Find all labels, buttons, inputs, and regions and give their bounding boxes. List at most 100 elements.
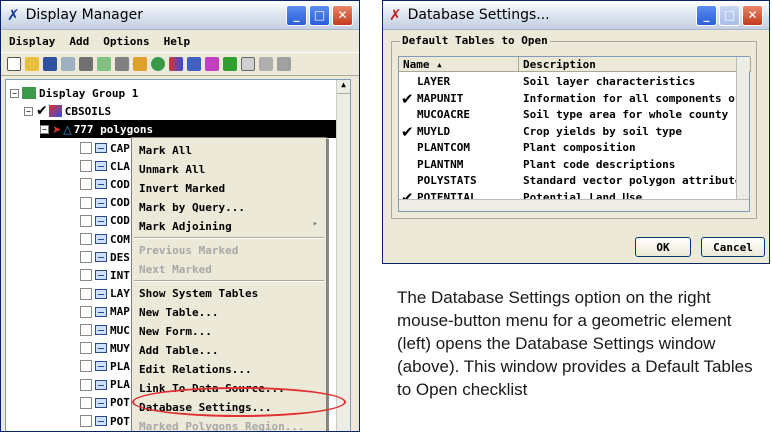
ok-button[interactable]: OK [635, 237, 691, 257]
new-icon[interactable] [7, 57, 21, 71]
menu-item-edit-relations[interactable]: Edit Relations... [132, 360, 326, 379]
close-icon[interactable]: ✕ [742, 4, 763, 26]
checkmark-icon[interactable]: ✔ [36, 103, 48, 119]
save-icon[interactable] [43, 57, 57, 71]
visibility-checkbox[interactable] [80, 396, 92, 409]
tree-row-table[interactable]: CAP [80, 139, 130, 157]
visibility-checkbox[interactable] [80, 287, 92, 300]
region-icon[interactable] [187, 57, 201, 71]
tree-row-layer[interactable]: − ✔ CBSOILS [24, 102, 111, 120]
app-icon: ✗ [7, 6, 20, 24]
tree-row-table[interactable]: COD [80, 175, 130, 193]
menu-item-invert-marked[interactable]: Invert Marked [132, 179, 326, 198]
table-icon [95, 252, 107, 263]
minimize-icon[interactable]: _ [696, 4, 717, 26]
visibility-checkbox[interactable] [80, 142, 92, 154]
grid-icon[interactable] [241, 57, 255, 71]
menu-help[interactable]: Help [164, 35, 191, 48]
close-icon[interactable]: ✕ [332, 4, 353, 26]
tree-row-table[interactable]: MUY [80, 339, 130, 357]
list-icon[interactable] [277, 57, 291, 71]
collapse-icon[interactable]: − [40, 124, 49, 134]
menu-item-mark-all[interactable]: Mark All [132, 141, 326, 160]
tree-row-table[interactable]: PLA [80, 357, 130, 375]
menu-item-new-form[interactable]: New Form... [132, 322, 326, 341]
collapse-icon[interactable]: − [10, 88, 19, 98]
layout-icon[interactable] [61, 57, 75, 71]
table-row[interactable]: ✔ MUYLD Crop yields by soil type [399, 123, 739, 141]
tree-row-table[interactable]: CLA [80, 157, 130, 175]
color-icon[interactable] [169, 57, 183, 71]
table-row[interactable]: LAYER Soil layer characteristics [399, 73, 739, 90]
visibility-checkbox[interactable] [80, 342, 92, 355]
menu-add[interactable]: Add [69, 35, 89, 48]
checkmark-icon[interactable]: ✔ [401, 123, 414, 141]
tree-row-table[interactable]: DES [80, 248, 130, 266]
tree-row-table[interactable]: POT [80, 412, 130, 430]
visibility-checkbox[interactable] [80, 269, 92, 282]
menu-item-show-system-tables[interactable]: Show System Tables [132, 284, 326, 303]
print-icon[interactable] [79, 57, 93, 71]
menu-item-add-table[interactable]: Add Table... [132, 341, 326, 360]
menu-options[interactable]: Options [103, 35, 149, 48]
table-row[interactable]: PLANTCOM Plant composition [399, 139, 739, 156]
column-header-name[interactable]: Name ▴ [399, 57, 519, 72]
checkmark-icon[interactable]: ✔ [401, 90, 414, 108]
visibility-checkbox[interactable] [80, 305, 92, 318]
menu-item-mark-by-query[interactable]: Mark by Query... [132, 198, 326, 217]
visibility-checkbox[interactable] [80, 160, 92, 173]
visibility-checkbox[interactable] [80, 214, 92, 227]
menu-item-mark-adjoining[interactable]: Mark Adjoining [132, 217, 326, 236]
table-label: COD [110, 196, 130, 210]
open-icon[interactable] [25, 57, 39, 71]
tree-row-table[interactable]: POT [80, 394, 130, 412]
column-header-description[interactable]: Description [519, 57, 751, 72]
tree-scrollbar[interactable]: ▲ [336, 80, 350, 431]
maximize-icon[interactable]: □ [309, 4, 330, 26]
terrain-icon[interactable] [223, 57, 237, 71]
pattern-icon[interactable] [205, 57, 219, 71]
row-name: POLYSTATS [417, 174, 477, 187]
table-row[interactable]: MUCOACRE Soil type area for whole county [399, 106, 739, 123]
table-icon [95, 343, 107, 354]
tree-row-table[interactable]: LAY [80, 285, 130, 303]
tree-row-group[interactable]: − Display Group 1 [10, 84, 138, 102]
cancel-button[interactable]: Cancel [701, 237, 765, 257]
visibility-checkbox[interactable] [80, 178, 92, 191]
tree-row-table[interactable]: COD [80, 212, 130, 230]
menu-display[interactable]: Display [9, 35, 55, 48]
polygon-icon: △ [63, 122, 72, 136]
visibility-checkbox[interactable] [80, 251, 92, 264]
database-settings-titlebar[interactable]: ✗ Database Settings... _ □ ✕ [383, 1, 769, 30]
table-label: COD [110, 214, 130, 228]
add-layer-icon[interactable] [133, 57, 147, 71]
tree-row-table[interactable]: COM [80, 230, 130, 248]
tree-row-table[interactable]: INT [80, 266, 130, 284]
visibility-checkbox[interactable] [80, 324, 92, 336]
visibility-checkbox[interactable] [80, 196, 92, 209]
minimize-icon[interactable]: _ [286, 4, 307, 26]
table-row[interactable]: ✔ MAPUNIT Information for all components o… [399, 90, 742, 108]
vector-icon[interactable] [115, 57, 129, 71]
scroll-up-icon[interactable]: ▲ [337, 80, 350, 94]
display-manager-titlebar[interactable]: ✗ Display Manager _ □ ✕ [1, 1, 359, 30]
tree-row-table[interactable]: MUC [80, 321, 130, 339]
list-hscroll[interactable] [399, 199, 749, 211]
tree-row-polygons[interactable]: − ➤ △ 777 polygons [40, 120, 340, 138]
raster-icon[interactable] [97, 57, 111, 71]
visibility-checkbox[interactable] [80, 360, 92, 373]
table-row[interactable]: POLYSTATS Standard vector polygon attribu… [399, 172, 742, 189]
globe-icon[interactable] [151, 57, 165, 71]
table-row[interactable]: PLANTNM Plant code descriptions [399, 156, 739, 173]
visibility-checkbox[interactable] [80, 233, 92, 245]
visibility-checkbox[interactable] [80, 415, 92, 427]
tree-row-table[interactable]: COD [80, 194, 130, 212]
tree-row-table[interactable]: PLA [80, 376, 130, 394]
table-icon[interactable] [259, 57, 273, 71]
list-vscroll[interactable] [736, 57, 749, 211]
menu-item-new-table[interactable]: New Table... [132, 303, 326, 322]
menu-item-unmark-all[interactable]: Unmark All [132, 160, 326, 179]
collapse-icon[interactable]: − [24, 106, 33, 116]
visibility-checkbox[interactable] [80, 378, 92, 391]
tree-row-table[interactable]: MAP [80, 303, 130, 321]
